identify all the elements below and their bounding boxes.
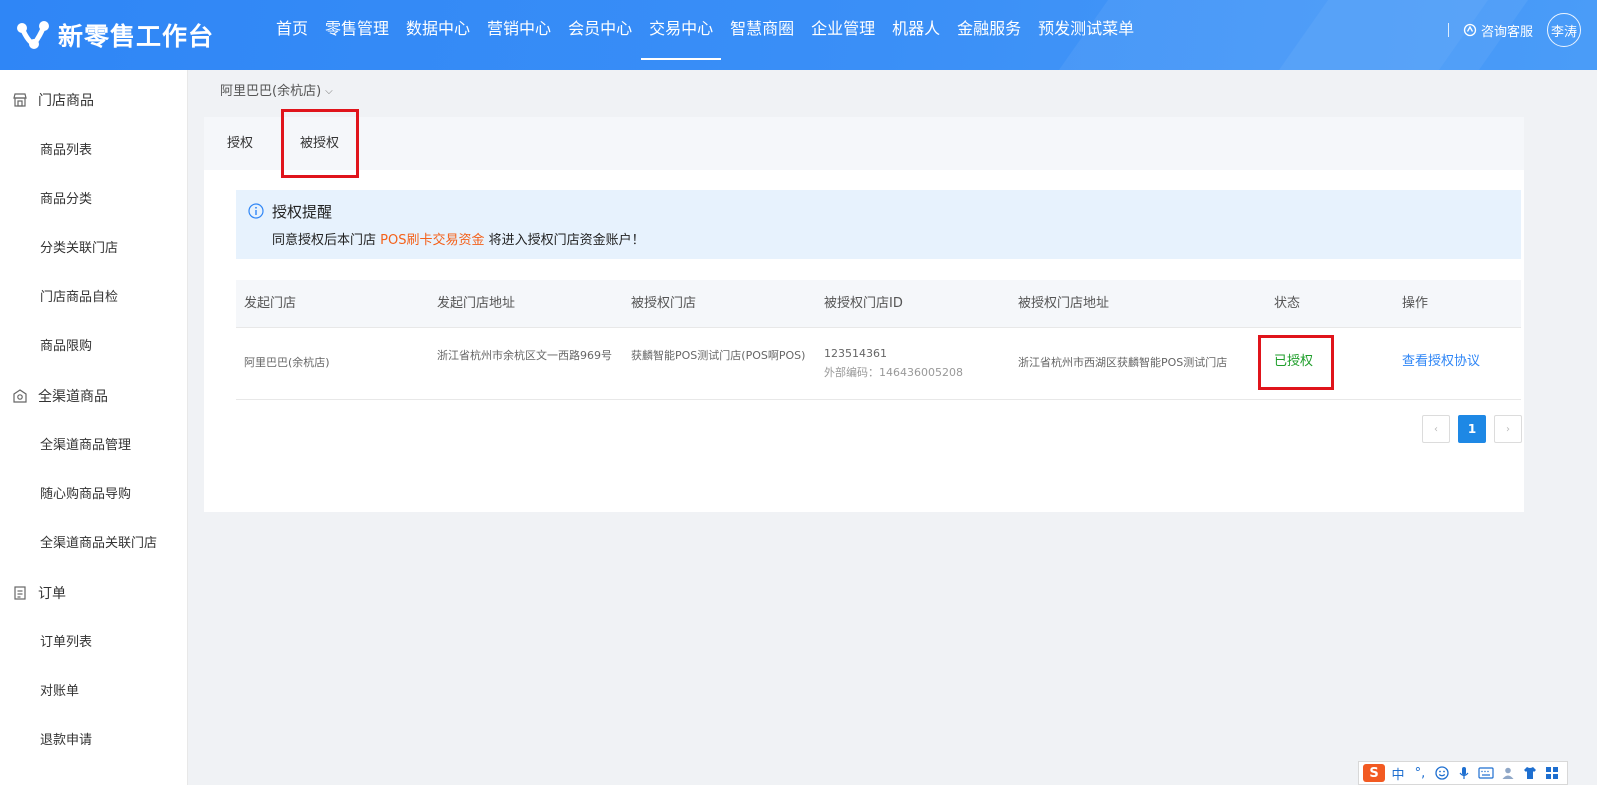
- column-header: 被授权门店地址: [1018, 296, 1110, 311]
- user-icon[interactable]: [1499, 764, 1517, 782]
- ime-logo[interactable]: S: [1363, 764, 1385, 782]
- sidebar-item-goods-category[interactable]: 商品分类: [40, 185, 92, 215]
- store-selector[interactable]: 阿里巴巴(余杭店) ⌵: [220, 82, 333, 102]
- pagination: ‹ 1 ›: [1422, 415, 1522, 443]
- emoji-icon[interactable]: [1433, 764, 1451, 782]
- store-icon: [12, 92, 28, 108]
- top-header: 新零售工作台 首页 零售管理 数据中心 营销中心 会员中心 交易中心 智慧商圈 …: [0, 0, 1597, 70]
- prev-page-button[interactable]: ‹: [1422, 415, 1450, 443]
- nav-item-data[interactable]: 数据中心: [398, 0, 478, 70]
- sidebar-group-label: 订单: [38, 586, 66, 602]
- alert-highlight: POS刷卡交易资金: [380, 233, 485, 248]
- highlight-box: [281, 109, 359, 178]
- sidebar-item-order-list[interactable]: 订单列表: [40, 628, 92, 658]
- auth-store-cell: 获麟智能POS测试门店(POS啊POS): [631, 349, 806, 362]
- column-header: 发起门店地址: [437, 296, 516, 311]
- channel-icon: [12, 388, 28, 404]
- table-row: 阿里巴巴(余杭店) 浙江省杭州市余杭区文一西路969号 获麟智能POS测试门店(…: [236, 328, 1521, 400]
- nav-item-retail[interactable]: 零售管理: [317, 0, 397, 70]
- headset-icon: [1463, 23, 1477, 37]
- logo-icon: [16, 20, 50, 50]
- table-header: 发起门店 发起门店地址 被授权门店 被授权门店ID 被授权门店地址 状态 操作: [236, 280, 1521, 328]
- alert-description: 同意授权后本门店 POS刷卡交易资金 将进入授权门店资金账户！: [272, 229, 645, 248]
- grid-icon[interactable]: [1543, 764, 1561, 782]
- avatar[interactable]: 李涛: [1547, 13, 1581, 47]
- column-header: 发起门店: [244, 296, 297, 311]
- app-logo[interactable]: 新零售工作台: [16, 17, 214, 53]
- page-button[interactable]: 1: [1458, 415, 1486, 443]
- external-code-cell: 外部编码：146436005208: [824, 366, 963, 379]
- auth-alert: 授权提醒 同意授权后本门店 POS刷卡交易资金 将进入授权门店资金账户！: [236, 190, 1521, 259]
- sidebar-group-orders[interactable]: 订单: [0, 573, 188, 613]
- order-icon: [12, 585, 28, 601]
- next-page-button[interactable]: ›: [1494, 415, 1522, 443]
- ime-mode[interactable]: 中: [1389, 764, 1407, 783]
- chevron-down-icon: ⌵: [325, 86, 333, 97]
- nav-item-finance[interactable]: 金融服务: [949, 0, 1029, 70]
- column-header: 被授权门店: [631, 296, 697, 311]
- divider: [1447, 23, 1449, 37]
- sidebar-item-self-check[interactable]: 门店商品自检: [40, 283, 118, 313]
- alert-text: 同意授权后本门店: [272, 233, 377, 248]
- tab-bar: 授权 被授权: [204, 109, 1524, 178]
- nav-item-business-circle[interactable]: 智慧商圈: [722, 0, 802, 70]
- nav-item-marketing[interactable]: 营销中心: [479, 0, 559, 70]
- keyboard-icon[interactable]: [1477, 764, 1495, 782]
- sidebar-item-purchase-limit[interactable]: 商品限购: [40, 332, 92, 362]
- store-selector-value: 阿里巴巴(余杭店): [220, 84, 322, 99]
- main-panel: 授权 被授权 授权提醒 同意授权后本门店 POS刷卡交易资金 将进入授权门店资金…: [204, 109, 1524, 512]
- ime-toolbar: S 中 °,: [1358, 761, 1568, 785]
- auth-address-cell: 浙江省杭州市西湖区获麟智能POS测试门店: [1018, 356, 1228, 369]
- info-icon: [248, 203, 264, 223]
- origin-address-cell: 浙江省杭州市余杭区文一西路969号: [437, 349, 612, 362]
- app-title: 新零售工作台: [58, 22, 215, 51]
- nav-item-robot[interactable]: 机器人: [884, 0, 948, 70]
- sidebar-item-omni-store[interactable]: 全渠道商品关联门店: [40, 529, 157, 559]
- sidebar-item-guide[interactable]: 随心购商品导购: [40, 480, 131, 510]
- alert-text: 将进入授权门店资金账户！: [488, 233, 645, 248]
- sidebar-item-refund[interactable]: 退款申请: [40, 726, 92, 756]
- sidebar-group-label: 全渠道商品: [38, 389, 108, 405]
- nav-item-home[interactable]: 首页: [268, 0, 316, 70]
- ime-punctuation[interactable]: °,: [1411, 764, 1429, 782]
- sidebar-group-omnichannel[interactable]: 全渠道商品: [0, 376, 188, 416]
- service-label: 咨询客服: [1480, 24, 1533, 40]
- sidebar-item-statement[interactable]: 对账单: [40, 677, 79, 707]
- column-header: 操作: [1402, 296, 1429, 311]
- sidebar-item-omni-goods[interactable]: 全渠道商品管理: [40, 431, 131, 461]
- sidebar: 门店商品 商品列表 商品分类 分类关联门店 门店商品自检 商品限购 全渠道商品 …: [0, 70, 188, 785]
- view-agreement-link[interactable]: 查看授权协议: [1402, 354, 1480, 369]
- column-header: 状态: [1274, 296, 1301, 311]
- nav-item-test-menu[interactable]: 预发测试菜单: [1030, 0, 1142, 70]
- origin-store-cell: 阿里巴巴(余杭店): [244, 356, 330, 369]
- mic-icon[interactable]: [1455, 764, 1473, 782]
- auth-store-id-cell: 123514361: [824, 347, 887, 360]
- highlight-box: [1258, 335, 1334, 390]
- sidebar-group-store-goods[interactable]: 门店商品: [0, 80, 188, 120]
- authorization-table: 发起门店 发起门店地址 被授权门店 被授权门店ID 被授权门店地址 状态 操作 …: [236, 280, 1521, 400]
- tab-authorize[interactable]: 授权: [227, 117, 253, 170]
- shirt-icon[interactable]: [1521, 764, 1539, 782]
- nav-item-enterprise[interactable]: 企业管理: [803, 0, 883, 70]
- sidebar-group-label: 门店商品: [38, 93, 94, 109]
- main-nav: 首页 零售管理 数据中心 营销中心 会员中心 交易中心 智慧商圈 企业管理 机器…: [268, 0, 1143, 70]
- customer-service-link[interactable]: 咨询客服: [1463, 21, 1533, 40]
- sidebar-item-category-store[interactable]: 分类关联门店: [40, 234, 118, 264]
- alert-title: 授权提醒: [272, 203, 333, 221]
- header-right: 咨询客服 李涛: [1447, 12, 1581, 48]
- column-header: 被授权门店ID: [824, 296, 903, 311]
- nav-item-trade[interactable]: 交易中心: [641, 0, 722, 70]
- sidebar-item-goods-list[interactable]: 商品列表: [40, 136, 92, 166]
- nav-item-member[interactable]: 会员中心: [560, 0, 640, 70]
